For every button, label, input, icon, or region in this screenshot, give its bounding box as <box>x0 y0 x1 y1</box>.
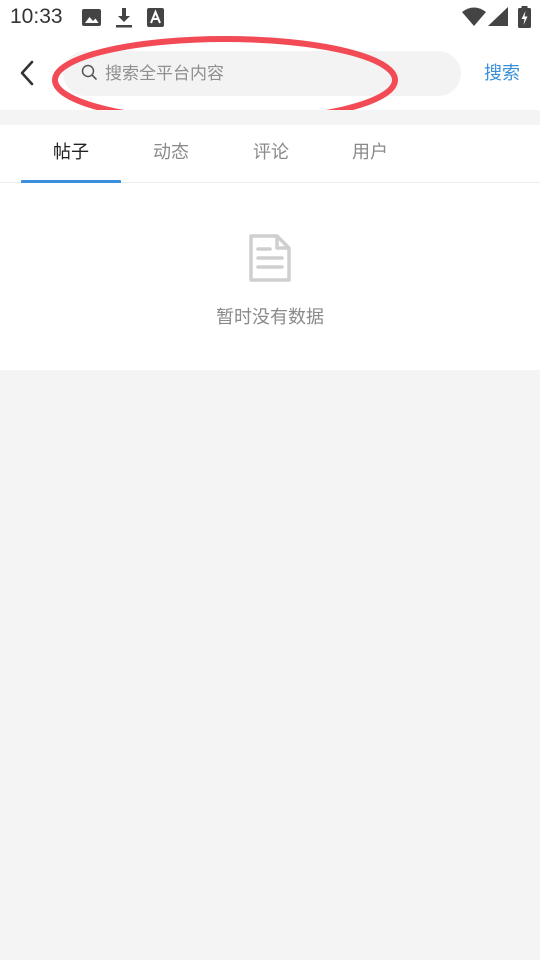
back-button[interactable] <box>12 56 42 90</box>
download-icon <box>115 8 133 32</box>
empty-state-text: 暂时没有数据 <box>216 307 324 328</box>
search-input[interactable] <box>105 51 445 96</box>
tab-comments[interactable]: 评论 <box>221 125 321 182</box>
empty-state: 暂时没有数据 <box>0 183 540 370</box>
status-bar: 10:33 <box>0 0 540 36</box>
font-a-icon <box>147 8 164 31</box>
status-time: 10:33 <box>10 5 63 28</box>
battery-charging-icon <box>518 6 531 32</box>
tab-updates[interactable]: 动态 <box>121 125 221 182</box>
tab-bar: 帖子 动态 评论 用户 <box>0 125 540 183</box>
search-box[interactable] <box>63 51 461 96</box>
chevron-left-icon <box>20 60 34 86</box>
search-button[interactable]: 搜索 <box>474 60 530 88</box>
tab-users[interactable]: 用户 <box>320 125 420 182</box>
document-icon <box>247 233 293 287</box>
cell-signal-icon <box>488 7 508 31</box>
search-icon <box>81 64 98 85</box>
section-gap <box>0 110 540 125</box>
tab-posts[interactable]: 帖子 <box>21 125 121 182</box>
search-header: 搜索 <box>0 36 540 110</box>
wifi-icon <box>462 7 486 31</box>
image-icon <box>82 8 101 31</box>
